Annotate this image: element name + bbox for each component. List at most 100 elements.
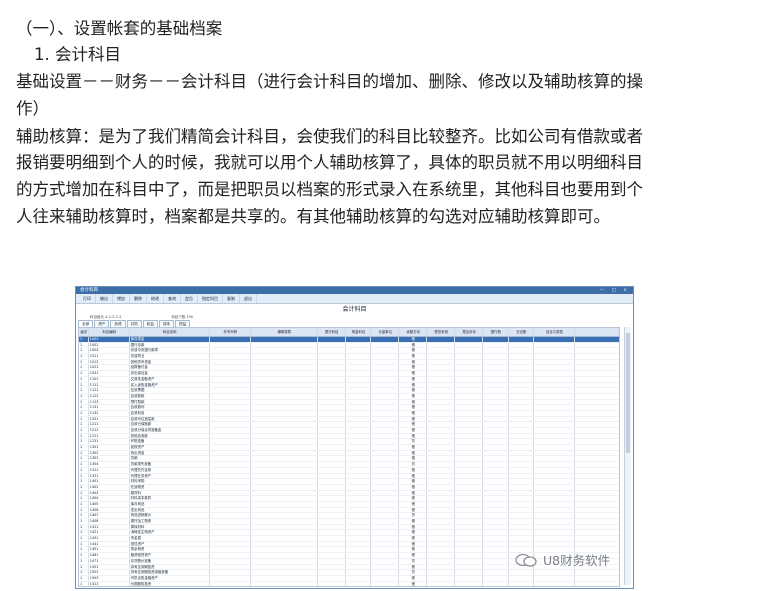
table-cell: 借 — [399, 456, 428, 462]
table-cell — [534, 399, 575, 405]
table-cell — [318, 519, 346, 524]
table-cell — [534, 371, 575, 376]
column-header: 现金科目 — [346, 328, 372, 336]
table-cell: 1501 — [89, 564, 130, 570]
table-cell — [483, 575, 509, 581]
table-cell — [210, 354, 251, 359]
table-cell — [455, 422, 484, 427]
table-cell: 1231 — [89, 439, 130, 445]
table-cell — [346, 519, 372, 524]
table-cell — [371, 450, 400, 456]
table-cell — [371, 376, 400, 382]
table-cell — [251, 541, 318, 547]
table-cell — [210, 484, 251, 490]
table-cell — [251, 581, 318, 586]
table-cell — [210, 405, 251, 410]
table-cell — [251, 513, 318, 518]
window-titlebar: 会计科目 － □ × — [76, 287, 633, 294]
table-cell — [427, 445, 456, 450]
table-cell — [210, 558, 251, 564]
table-cell — [251, 501, 318, 507]
table-cell — [534, 445, 575, 450]
table-cell — [534, 388, 575, 393]
table-cell — [534, 530, 575, 536]
table-cell — [318, 558, 346, 564]
table-cell — [346, 513, 372, 518]
table-cell: 1221 — [89, 433, 130, 439]
table-cell — [427, 376, 456, 382]
table-cell: 1 — [79, 439, 89, 445]
table-cell — [318, 456, 346, 462]
table-cell: 1123 — [89, 399, 130, 405]
table-cell: 长期股权投资 — [130, 581, 210, 586]
table-cell — [427, 547, 456, 553]
table-cell: 商品进销差价 — [130, 513, 210, 518]
table-cell — [318, 564, 346, 570]
table-cell — [455, 513, 484, 518]
table-cell — [427, 570, 456, 575]
table-cell: 1 — [79, 445, 89, 450]
table-cell — [427, 399, 456, 405]
table-cell — [210, 524, 251, 530]
table-cell — [210, 519, 251, 524]
table-cell — [455, 496, 484, 501]
table-cell — [427, 581, 456, 586]
table-cell — [534, 513, 575, 518]
table-cell: 其他应收款 — [130, 433, 210, 439]
table-cell — [346, 382, 372, 388]
table-cell — [483, 507, 509, 513]
table-cell — [509, 371, 534, 376]
table-cell: 1404 — [89, 496, 130, 501]
table-cell: 借 — [399, 507, 428, 513]
table-cell: 贷款损失准备 — [130, 462, 210, 467]
table-cell — [427, 575, 456, 581]
table-cell — [455, 490, 484, 496]
table-cell: 1131 — [89, 405, 130, 410]
table-cell — [455, 337, 484, 342]
table-cell — [455, 530, 484, 536]
table-cell — [346, 490, 372, 496]
table-cell — [427, 479, 456, 484]
category-tab: 资产 — [94, 320, 110, 327]
table-cell: 1 — [79, 348, 89, 354]
table-cell — [371, 393, 400, 399]
table-cell: 1 — [79, 456, 89, 462]
table-cell — [509, 467, 534, 473]
table-cell: 周转材料 — [130, 524, 210, 530]
table-cell — [534, 405, 575, 410]
table-cell — [371, 365, 400, 371]
table-cell — [210, 342, 251, 348]
table-cell — [251, 524, 318, 530]
table-cell — [210, 399, 251, 405]
table-cell — [371, 422, 400, 427]
table-cell: 持有至到期投资减值准备 — [130, 570, 210, 575]
table-cell — [455, 501, 484, 507]
table-cell — [371, 405, 400, 410]
table-cell — [509, 575, 534, 581]
table-cell: 1411 — [89, 524, 130, 530]
table-cell — [509, 450, 534, 456]
table-cell — [427, 371, 456, 376]
table-cell — [455, 536, 484, 541]
table-cell: 融资租赁资产 — [130, 553, 210, 558]
table-cell: 1212 — [89, 428, 130, 433]
table-cell — [483, 524, 509, 530]
table-cell — [346, 484, 372, 490]
table-cell — [427, 439, 456, 445]
table-cell: 1 — [79, 359, 89, 365]
table-cell — [427, 388, 456, 393]
table-cell: 材料采购 — [130, 479, 210, 484]
table-cell — [318, 496, 346, 501]
table-cell: 借 — [399, 422, 428, 427]
table-cell: 1471 — [89, 558, 130, 564]
table-cell — [210, 541, 251, 547]
table-cell — [483, 399, 509, 405]
table-cell: 1441 — [89, 541, 130, 547]
table-cell: 借 — [399, 490, 428, 496]
table-cell: 1321 — [89, 473, 130, 479]
table-cell — [251, 359, 318, 365]
table-cell — [509, 388, 534, 393]
table-cell — [210, 479, 251, 484]
table-cell: 存货跌价准备 — [130, 558, 210, 564]
table-cell — [483, 456, 509, 462]
